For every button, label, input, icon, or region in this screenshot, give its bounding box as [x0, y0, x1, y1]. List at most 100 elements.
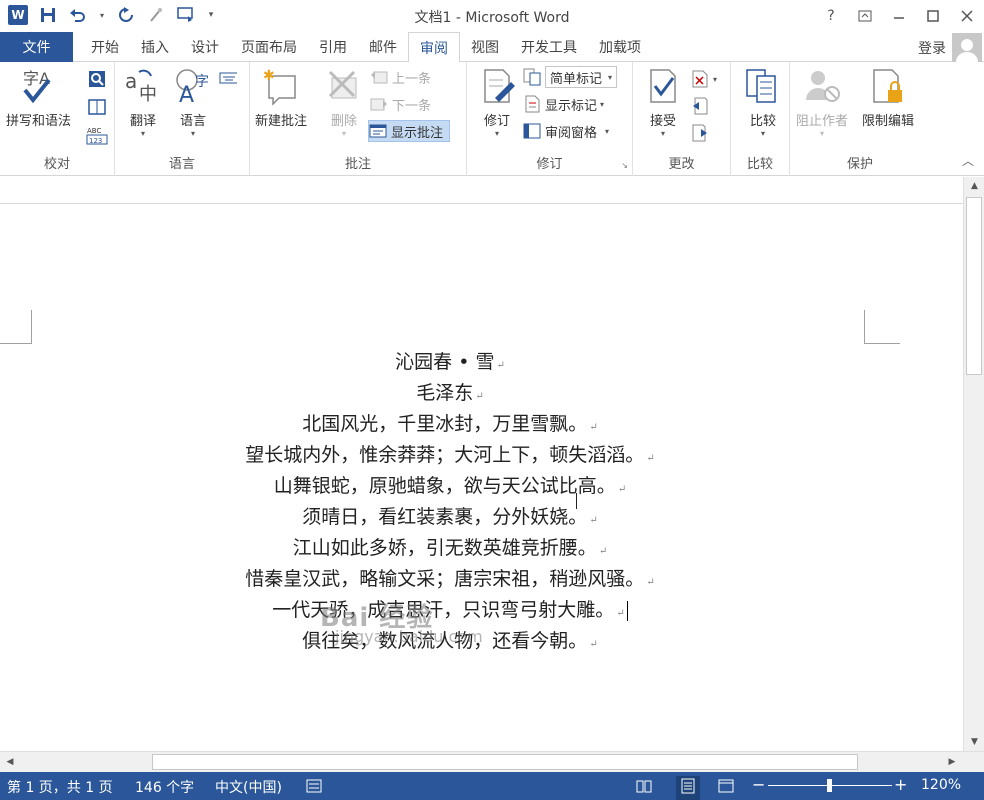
zoom-slider-thumb[interactable]	[827, 779, 832, 792]
translate-button[interactable]: a中 翻译 ▾	[123, 66, 163, 138]
tab-mailings[interactable]: 邮件	[358, 32, 408, 62]
close-icon[interactable]	[950, 0, 984, 32]
tab-view[interactable]: 视图	[460, 32, 510, 62]
word-count-button[interactable]: ABC 123	[86, 124, 112, 146]
previous-comment-label: 上一条	[392, 71, 432, 87]
document-body[interactable]: 沁园春 • 雪 ↵ 毛泽东 ↵ 北国风光，千里冰封，万里雪飘。 ↵ 望长城内外，惟余莽…	[0, 347, 900, 657]
paragraph-mark: ↵	[589, 515, 598, 526]
print-layout-icon[interactable]	[676, 776, 700, 800]
keyboard-icon	[219, 68, 237, 86]
avatar[interactable]	[952, 33, 982, 62]
scroll-right-icon[interactable]: ▶	[944, 754, 960, 770]
svg-text:✱: ✱	[263, 68, 275, 84]
show-markup-button[interactable]: 显示标记 ▾	[523, 93, 604, 115]
track-changes-icon	[477, 66, 517, 106]
vertical-scrollbar[interactable]: ▲ ▼	[963, 177, 984, 751]
svg-text:A: A	[179, 83, 194, 106]
horizontal-scroll-thumb[interactable]	[152, 754, 858, 770]
next-change-button[interactable]	[691, 122, 713, 144]
tracking-dialog-launcher-icon[interactable]: ↘	[621, 161, 628, 170]
paragraph-mark: ↵	[598, 546, 608, 557]
track-changes-button[interactable]: 修订 ▾	[477, 66, 517, 138]
restrict-editing-button[interactable]: 限制编辑	[862, 66, 914, 129]
tab-design[interactable]: 设计	[180, 32, 230, 62]
block-authors-button[interactable]: 阻止作者 ▾	[796, 66, 848, 138]
page-top-edge	[0, 203, 963, 204]
track-changes-label: 修订	[483, 114, 510, 129]
previous-comment-button[interactable]: 上一条	[370, 66, 431, 88]
left-margin-crop-mark	[0, 310, 32, 344]
ribbon-display-options-icon[interactable]	[848, 0, 882, 32]
tab-page-layout[interactable]: 页面布局	[230, 32, 308, 62]
scroll-up-icon[interactable]: ▲	[964, 177, 984, 195]
markup-mode-dropdown[interactable]: 简单标记 ▾	[523, 66, 618, 88]
spelling-check-icon: 字A	[19, 66, 59, 106]
tab-home[interactable]: 开始	[80, 32, 130, 62]
poem-line: 一代天骄，成吉思汗，只识弯弓射大雕。 ↵	[0, 595, 900, 626]
delete-comment-label: 删除	[330, 114, 357, 129]
protect-group-label: 保护	[846, 157, 873, 172]
compare-dropdown-icon[interactable]: ▾	[761, 129, 765, 138]
next-comment-button[interactable]: 下一条	[370, 93, 431, 115]
reviewing-pane-button[interactable]: 审阅窗格 ▾	[523, 120, 609, 142]
zoom-in-button[interactable]: +	[894, 775, 907, 794]
svg-text:中: 中	[139, 84, 157, 105]
accept-dropdown-icon[interactable]: ▾	[661, 129, 665, 138]
poem-author: 毛泽东	[416, 382, 474, 404]
zoom-out-button[interactable]: −	[752, 775, 765, 794]
scroll-down-icon[interactable]: ▼	[964, 733, 984, 751]
page-count[interactable]: 第 1 页，共 1 页	[7, 777, 113, 797]
markup-mode-select[interactable]: 简单标记 ▾	[545, 66, 618, 88]
maximize-icon[interactable]	[916, 0, 950, 32]
tab-insert[interactable]: 插入	[130, 32, 180, 62]
show-comments-label: 显示批注	[391, 125, 444, 141]
poem-line: 江山如此多娇，引无数英雄竞折腰。 ↵	[0, 533, 900, 564]
svg-text:a: a	[125, 69, 137, 93]
show-comments-button[interactable]: 显示批注	[368, 120, 451, 142]
delete-comment-icon	[324, 66, 364, 106]
web-layout-icon[interactable]	[718, 778, 734, 798]
poem-line-text: 江山如此多娇，引无数英雄竞折腰。	[292, 537, 597, 559]
tab-developer[interactable]: 开发工具	[510, 32, 588, 62]
document-area[interactable]: 沁园春 • 雪 ↵ 毛泽东 ↵ 北国风光，千里冰封，万里雪飘。 ↵ 望长城内外，惟余莽…	[0, 177, 963, 751]
zoom-level[interactable]: 120%	[921, 777, 961, 793]
reject-button[interactable]: ▾	[691, 68, 717, 90]
tab-review[interactable]: 审阅	[408, 32, 460, 63]
previous-change-button[interactable]	[691, 95, 713, 117]
spelling-grammar-button[interactable]: 字A 拼写和语法	[6, 66, 71, 129]
thesaurus-button[interactable]	[88, 96, 110, 118]
scroll-left-icon[interactable]: ◀	[2, 754, 18, 770]
login-link[interactable]: 登录	[918, 38, 946, 58]
reject-dropdown-icon: ▾	[713, 74, 718, 84]
horizontal-scrollbar[interactable]: ◀ ▶	[0, 751, 984, 772]
language-status[interactable]: 中文(中国)	[215, 777, 282, 797]
research-button[interactable]	[88, 68, 110, 90]
new-comment-button[interactable]: ✱ 新建批注	[255, 66, 307, 129]
keyboard-ime-button[interactable]	[219, 66, 241, 88]
collapse-ribbon-icon[interactable]: ︿	[962, 152, 974, 169]
tab-file[interactable]: 文件	[0, 32, 73, 62]
next-change-icon	[691, 124, 709, 142]
next-comment-label: 下一条	[392, 98, 432, 114]
block-authors-dropdown-icon[interactable]: ▾	[820, 129, 824, 138]
read-mode-icon[interactable]	[636, 778, 652, 798]
compare-group-label: 比较	[746, 157, 773, 172]
language-button[interactable]: A字 语言 ▾	[173, 66, 213, 138]
track-changes-dropdown-icon[interactable]: ▾	[495, 129, 499, 138]
poem-line: 望长城内外，惟余莽莽；大河上下，顿失滔滔。 ↵	[0, 440, 900, 471]
delete-comment-button[interactable]: 删除 ▾	[324, 66, 364, 138]
compare-button[interactable]: 比较 ▾	[743, 66, 783, 138]
delete-dropdown-icon[interactable]: ▾	[342, 129, 346, 138]
macro-record-icon[interactable]	[306, 778, 322, 798]
accept-button[interactable]: 接受 ▾	[643, 66, 683, 138]
tab-add-ins[interactable]: 加载项	[588, 32, 652, 62]
right-margin-crop-mark	[864, 310, 900, 344]
minimize-icon[interactable]	[882, 0, 916, 32]
word-count[interactable]: 146 个字	[135, 777, 194, 797]
reviewing-pane-label: 审阅窗格	[545, 125, 598, 141]
vertical-scroll-thumb[interactable]	[966, 197, 982, 375]
help-button[interactable]: ?	[814, 0, 848, 32]
tab-references[interactable]: 引用	[308, 32, 358, 62]
translate-dropdown-icon[interactable]: ▾	[141, 129, 145, 138]
language-dropdown-icon[interactable]: ▾	[191, 129, 195, 138]
